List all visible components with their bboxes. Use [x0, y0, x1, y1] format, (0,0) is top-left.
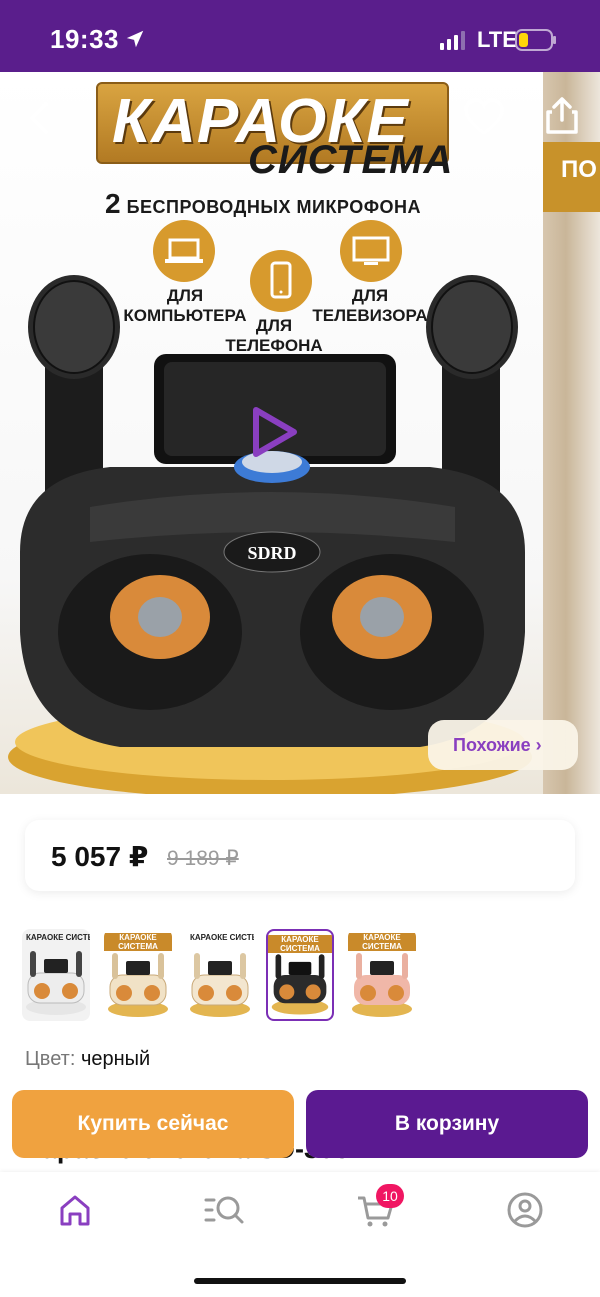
network-type: LTE — [477, 27, 517, 52]
hero-mics-count: 2 — [105, 188, 122, 219]
product-page: 19:33 LTE КАРАОКЕ СИСТЕМА 2 БЕСПРОВОДНЫХ… — [0, 0, 600, 1297]
color-selection: Цвет: черный — [25, 1048, 150, 1071]
thumbnail-image — [26, 951, 86, 1015]
location-arrow-icon — [126, 30, 144, 48]
status-time: 19:33 — [50, 24, 119, 54]
heart-icon[interactable] — [462, 96, 506, 140]
play-icon[interactable] — [248, 404, 300, 460]
price-old: 9 189 ₽ — [167, 847, 239, 870]
price-card: 5 057 ₽ 9 189 ₽ — [25, 820, 575, 891]
color-value: черный — [80, 1048, 151, 1070]
thumbnail-variant-black[interactable]: КАРАОКЕ СИСТЕМА — [266, 929, 334, 1021]
thumbnail-image — [190, 953, 250, 1017]
home-indicator — [194, 1278, 406, 1284]
hero-mics-text: БЕСПРОВОДНЫХ МИКРОФОНА — [126, 197, 422, 217]
karaoke-speaker-image: SDRD — [8, 275, 532, 794]
hero-mics-caption: 2 БЕСПРОВОДНЫХ МИКРОФОНА — [105, 188, 421, 220]
gallery-slide-next[interactable]: ПО — [543, 72, 600, 794]
buy-now-button[interactable]: Купить сейчас — [12, 1090, 294, 1158]
brand-label: SDRD — [247, 543, 296, 563]
share-icon[interactable] — [540, 94, 584, 138]
next-slide-banner: ПО — [543, 142, 600, 212]
gallery-slide-main[interactable]: КАРАОКЕ СИСТЕМА 2 БЕСПРОВОДНЫХ МИКРОФОНА… — [0, 72, 543, 794]
profile-icon[interactable] — [500, 1190, 550, 1230]
back-arrow-icon[interactable] — [18, 96, 62, 140]
status-bar: 19:33 LTE — [0, 0, 600, 72]
thumbnail-variant-beige[interactable]: КАРАОКЕ СИСТЕМА — [104, 929, 172, 1021]
thumbnail-variant-pink[interactable]: КАРАОКЕ СИСТЕМА — [348, 929, 416, 1021]
battery-low-icon — [515, 29, 556, 51]
color-label: Цвет: — [25, 1048, 76, 1070]
signal-bars-icon — [440, 31, 465, 50]
add-to-cart-button[interactable]: В корзину — [306, 1090, 588, 1158]
cart-count-badge: 10 — [376, 1184, 404, 1208]
thumbnail-variant-beige-light[interactable]: КАРАОКЕ СИСТЕМА — [186, 929, 254, 1021]
product-gallery[interactable]: КАРАОКЕ СИСТЕМА 2 БЕСПРОВОДНЫХ МИКРОФОНА… — [0, 72, 600, 794]
home-icon[interactable] — [50, 1190, 100, 1230]
hero-subtitle: СИСТЕМА — [248, 138, 454, 182]
price-current: 5 057 ₽ — [51, 841, 149, 872]
similar-products-button[interactable]: Похожие › — [428, 720, 578, 770]
thumbnail-variant-white[interactable]: КАРАОКЕ СИСТЕМА — [22, 929, 90, 1021]
catalog-search-icon[interactable] — [200, 1190, 250, 1230]
